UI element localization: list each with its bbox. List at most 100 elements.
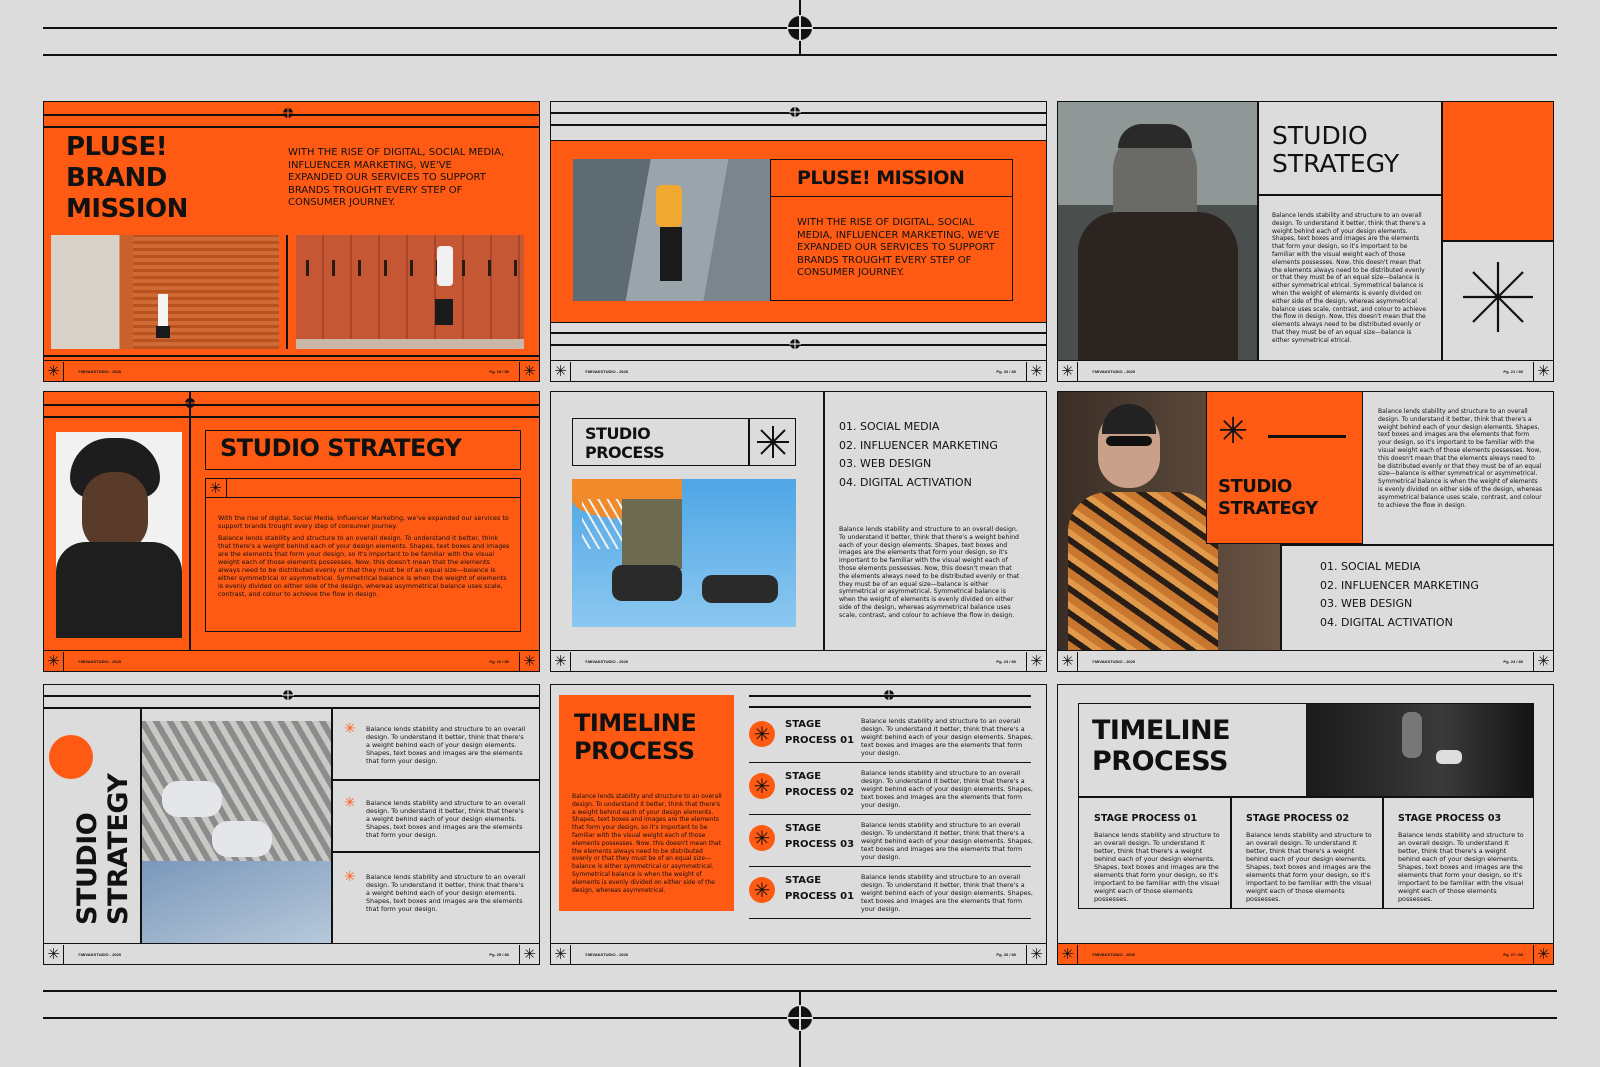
stage-label: STAGE	[785, 719, 822, 730]
slide-title-line: STRATEGY	[1218, 498, 1318, 519]
asterisk-icon: ✳	[1058, 651, 1078, 671]
asterisk-icon: ✳	[749, 877, 775, 903]
slide-body: Balance lends stability and structure to…	[218, 534, 510, 598]
slide-title: STUDIO STRATEGY	[220, 434, 462, 462]
starburst-icon	[1463, 262, 1533, 332]
slide-title-line: PROCESS	[574, 737, 695, 765]
slide-title-line: STUDIO	[1272, 121, 1368, 150]
asterisk-icon: ✳	[1026, 361, 1046, 381]
slide-body: Balance lends stability and structure to…	[1378, 408, 1543, 509]
slide-brand-mission[interactable]: PLUSE! BRAND MISSION WITH THE RISE OF DI…	[43, 101, 540, 382]
column-heading: STAGE PROCESS 01	[1094, 813, 1198, 824]
footer-brand: ©MIVAKSTUDIO - 2020	[1092, 658, 1136, 664]
asterisk-icon: ✳	[44, 944, 64, 964]
slide-title-line: STUDIO	[585, 424, 651, 443]
photo-yellow-hoodie	[573, 159, 770, 301]
stage-label: STAGE	[785, 823, 822, 834]
asterisk-icon: ✳	[1058, 361, 1078, 381]
stage-text: Balance lends stability and structure to…	[861, 717, 1033, 757]
slide-body: Balance lends stability and structure to…	[1272, 212, 1427, 344]
crosshair-icon	[789, 106, 801, 118]
slide-title-line: TIMELINE	[574, 709, 697, 737]
stage-label: STAGE	[785, 771, 822, 782]
slide-title-line: MISSION	[66, 194, 188, 224]
column-heading: STAGE PROCESS 03	[1398, 813, 1502, 824]
asterisk-icon: ✳	[205, 478, 227, 498]
stage-text: Balance lends stability and structure to…	[861, 821, 1033, 861]
column-text: Balance lends stability and structure to…	[1398, 831, 1524, 903]
asterisk-icon: ✳	[551, 361, 571, 381]
slide-studio-process[interactable]: STUDIO PROCESS 01. SOCIAL MEDIA 02. INFL…	[550, 391, 1047, 672]
footer-page: Pg. 22 / 80	[489, 658, 509, 664]
asterisk-icon: ✳	[1533, 944, 1553, 964]
slide-intro: With the rise of digital, Social Media, …	[218, 514, 509, 530]
slide-title-line: PROCESS	[585, 443, 665, 462]
asterisk-icon: ✳	[519, 361, 539, 381]
asterisk-icon: ✳	[1218, 411, 1249, 452]
footer-page: Pg. 23 / 80	[996, 658, 1016, 664]
slide-studio-strategy-portrait[interactable]: STUDIO STRATEGY Balance lends stability …	[1057, 101, 1554, 382]
footer-page: Pg. 19 / 80	[489, 368, 509, 374]
photo-red-doors-walker	[296, 235, 524, 349]
slide-body: WITH THE RISE OF DIGITAL, SOCIAL MEDIA, …	[288, 147, 505, 208]
slide-studio-strategy-orange[interactable]: STUDIO STRATEGY ✳ With the rise of digit…	[43, 391, 540, 672]
starburst-icon	[757, 426, 789, 458]
slide-title-line: STUDIO	[1218, 476, 1292, 497]
asterisk-icon: ✳	[344, 795, 356, 811]
footer-page: Pg. 20 / 80	[996, 368, 1016, 374]
slide-title-line: PROCESS	[1092, 746, 1228, 777]
list-item: 03. WEB DESIGN	[1320, 597, 1413, 610]
crosshair-icon	[787, 15, 813, 41]
slide-body: Balance lends stability and structure to…	[572, 793, 722, 894]
slide-title: PLUSE! MISSION	[797, 167, 965, 189]
slide-studio-strategy-vertical[interactable]: STUDIO STRATEGY ✳ Balance lends stabilit…	[43, 684, 540, 965]
asterisk-icon: ✳	[1533, 651, 1553, 671]
asterisk-icon: ✳	[344, 869, 356, 885]
asterisk-icon: ✳	[1026, 651, 1046, 671]
slide-body: WITH THE RISE OF DIGITAL, SOCIAL MEDIA, …	[797, 217, 1000, 278]
asterisk-icon: ✳	[44, 651, 64, 671]
asterisk-icon: ✳	[749, 773, 775, 799]
slide-body: Balance lends stability and structure to…	[839, 526, 1020, 619]
stage-label: STAGE	[785, 875, 822, 886]
list-item: 02. INFLUENCER MARKETING	[839, 438, 998, 452]
item-text: Balance lends stability and structure to…	[366, 725, 526, 765]
footer-brand: ©MIVAKSTUDIO - 2020	[585, 658, 629, 664]
asterisk-icon: ✳	[1533, 361, 1553, 381]
footer-brand: ©MIVAKSTUDIO - 2020	[78, 368, 122, 374]
stage-label: PROCESS 01	[785, 891, 855, 902]
column-text: Balance lends stability and structure to…	[1094, 831, 1220, 903]
photo-sneakers-grate	[142, 721, 331, 943]
footer-page: Pg. 21 / 80	[1503, 368, 1523, 374]
slide-timeline-process-stages[interactable]: TIMELINE PROCESS Balance lends stability…	[550, 684, 1047, 965]
item-text: Balance lends stability and structure to…	[366, 873, 526, 913]
slide-title-line: BRAND	[66, 163, 167, 193]
footer-brand: ©MIVAKSTUDIO - 2020	[585, 368, 629, 374]
crosshair-icon	[787, 1005, 813, 1031]
photo-hooded-figure	[1058, 102, 1257, 360]
asterisk-icon: ✳	[344, 721, 356, 737]
footer-brand: ©MIVAKSTUDIO - 2020	[78, 658, 122, 664]
slide-title-line: STRATEGY	[103, 773, 134, 925]
footer-page: Pg. 27 / 80	[1503, 951, 1523, 957]
list-item: 01. SOCIAL MEDIA	[839, 420, 940, 433]
list-item: 01. SOCIAL MEDIA	[1320, 560, 1421, 573]
photo-curly-hair-man	[56, 432, 182, 638]
slide-title-line: STRATEGY	[1272, 149, 1400, 178]
asterisk-icon: ✳	[44, 361, 64, 381]
slide-studio-strategy-woman[interactable]: ✳ STUDIO STRATEGY Balance lends stabilit…	[1057, 391, 1554, 672]
list-item: 04. DIGITAL ACTIVATION	[839, 475, 972, 489]
asterisk-icon: ✳	[551, 944, 571, 964]
orange-circle	[49, 735, 93, 779]
column-heading: STAGE PROCESS 02	[1246, 813, 1350, 824]
stage-label: PROCESS 03	[785, 839, 855, 850]
asterisk-icon: ✳	[749, 825, 775, 851]
asterisk-icon: ✳	[519, 944, 539, 964]
footer-brand: ©MIVAKSTUDIO - 2020	[1092, 368, 1136, 374]
list-item: 03. WEB DESIGN	[839, 457, 932, 470]
crosshair-icon	[282, 107, 294, 119]
slide-timeline-process-columns[interactable]: TIMELINE PROCESS STAGE PROCESS 01 Balanc…	[1057, 684, 1554, 965]
list-item: 04. DIGITAL ACTIVATION	[1320, 615, 1453, 629]
asterisk-icon: ✳	[519, 651, 539, 671]
slide-pluse-mission[interactable]: PLUSE! MISSION WITH THE RISE OF DIGITAL,…	[550, 101, 1047, 382]
